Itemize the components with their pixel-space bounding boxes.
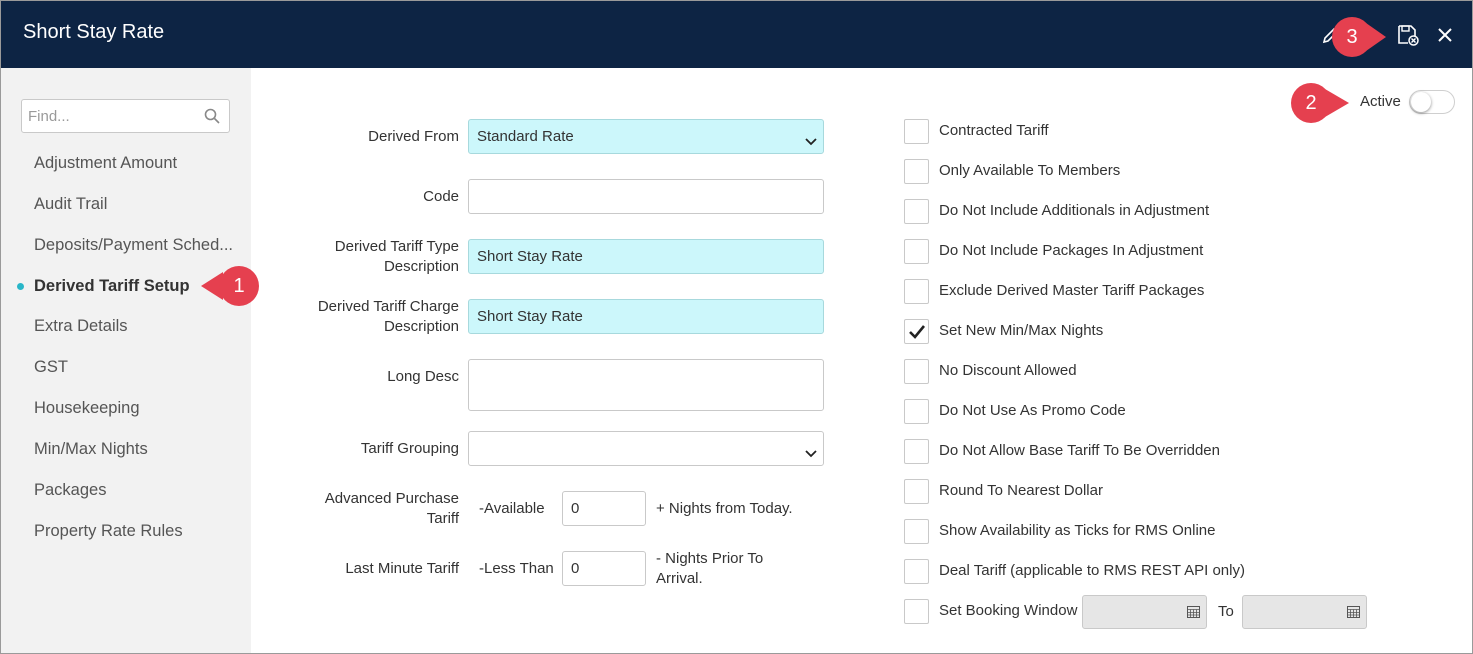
checkbox-label: Contracted Tariff <box>939 122 1049 139</box>
toggle-knob <box>1411 92 1431 112</box>
advanced-purchase-suffix: + Nights from Today. <box>656 500 793 517</box>
find-box <box>21 99 230 133</box>
checkbox-set-min-max-nights[interactable] <box>904 319 929 344</box>
advanced-purchase-input[interactable]: 0 <box>562 491 646 526</box>
active-indicator-dot <box>17 283 24 290</box>
callout-badge-2: 2 <box>1287 81 1351 125</box>
tariff-grouping-label: Tariff Grouping <box>360 440 459 457</box>
sidebar-item-housekeeping[interactable]: Housekeeping <box>34 399 140 418</box>
checkbox-no-promo-code[interactable] <box>904 399 929 424</box>
last-minute-input[interactable]: 0 <box>562 551 646 586</box>
derived-from-label: Derived From <box>368 128 459 145</box>
last-minute-prefix: -Less Than <box>479 560 554 577</box>
last-minute-value: 0 <box>571 560 580 577</box>
search-icon[interactable] <box>204 108 220 129</box>
sidebar-item-deposits[interactable]: Deposits/Payment Sched... <box>34 236 233 255</box>
type-desc-label-1: Derived Tariff Type <box>334 238 459 255</box>
checkbox-label: Do Not Allow Base Tariff To Be Overridde… <box>939 442 1220 459</box>
checkbox-label: Deal Tariff (applicable to RMS REST API … <box>939 562 1245 579</box>
code-label: Code <box>423 188 459 205</box>
checkbox-label: Do Not Include Packages In Adjustment <box>939 242 1204 259</box>
dialog-title: Short Stay Rate <box>23 21 165 43</box>
checkbox-contracted-tariff[interactable] <box>904 119 929 144</box>
checkbox-label: Show Availability as Ticks for RMS Onlin… <box>939 522 1216 539</box>
code-input[interactable] <box>468 179 824 214</box>
checkbox-no-discount[interactable] <box>904 359 929 384</box>
sidebar-item-gst[interactable]: GST <box>34 358 68 377</box>
active-toggle[interactable] <box>1409 90 1455 114</box>
charge-desc-label-1: Derived Tariff Charge <box>317 298 459 315</box>
chevron-down-icon <box>805 445 817 462</box>
checkbox-label: Round To Nearest Dollar <box>939 482 1103 499</box>
long-desc-textarea[interactable] <box>468 359 824 411</box>
checkbox-no-packages[interactable] <box>904 239 929 264</box>
last-minute-suffix-1: - Nights Prior To <box>656 550 764 567</box>
checkbox-label: Do Not Include Additionals in Adjustment <box>939 202 1210 219</box>
callout-badge-3: 3 <box>1328 15 1388 59</box>
checkbox-label: Only Available To Members <box>939 162 1121 179</box>
tariff-grouping-select[interactable] <box>468 431 824 466</box>
dialog-header: Short Stay Rate <box>1 1 1472 68</box>
checkbox-availability-ticks[interactable] <box>904 519 929 544</box>
checkbox-label: Exclude Derived Master Tariff Packages <box>939 282 1205 299</box>
last-minute-label: Last Minute Tariff <box>345 560 459 577</box>
sidebar-item-derived-tariff-setup[interactable]: Derived Tariff Setup <box>34 277 190 296</box>
dialog-window: Short Stay Rate 3 Find... Adjustment Amo… <box>0 0 1473 654</box>
calendar-icon[interactable] <box>1187 605 1200 623</box>
sidebar-item-min-max-nights[interactable]: Min/Max Nights <box>34 440 148 459</box>
checkbox-no-override[interactable] <box>904 439 929 464</box>
save-close-icon[interactable] <box>1396 23 1420 47</box>
checkbox-no-additionals[interactable] <box>904 199 929 224</box>
chevron-down-icon <box>805 133 817 150</box>
sidebar: Adjustment Amount Audit Trail Deposits/P… <box>1 68 251 653</box>
advanced-purchase-label-2: Tariff <box>426 510 459 527</box>
derived-from-value: Standard Rate <box>477 128 574 145</box>
sidebar-item-packages[interactable]: Packages <box>34 481 106 500</box>
find-input[interactable] <box>22 100 192 132</box>
callout-badge-1: 1 <box>201 264 265 308</box>
type-desc-input[interactable]: Short Stay Rate <box>468 239 824 274</box>
derived-from-select[interactable]: Standard Rate <box>468 119 824 154</box>
booking-window-to-date[interactable] <box>1242 595 1367 629</box>
checkbox-round-dollar[interactable] <box>904 479 929 504</box>
checkbox-label: Set Booking Window <box>939 602 1078 619</box>
booking-window-to-label: To <box>1218 603 1234 620</box>
charge-desc-input[interactable]: Short Stay Rate <box>468 299 824 334</box>
long-desc-label: Long Desc <box>387 368 459 385</box>
checkbox-label: No Discount Allowed <box>939 362 1077 379</box>
calendar-icon[interactable] <box>1347 605 1360 623</box>
checkbox-exclude-master-packages[interactable] <box>904 279 929 304</box>
advanced-purchase-value: 0 <box>571 500 580 517</box>
last-minute-suffix-2: Arrival. <box>656 570 703 587</box>
advanced-purchase-prefix: -Available <box>479 500 545 517</box>
sidebar-item-extra-details[interactable]: Extra Details <box>34 317 128 336</box>
close-icon[interactable] <box>1433 23 1457 47</box>
checkbox-deal-tariff[interactable] <box>904 559 929 584</box>
charge-desc-label-2: Description <box>383 318 459 335</box>
checkbox-label: Do Not Use As Promo Code <box>939 402 1126 419</box>
booking-window-from-date[interactable] <box>1082 595 1207 629</box>
sidebar-item-audit-trail[interactable]: Audit Trail <box>34 195 107 214</box>
sidebar-item-property-rate-rules[interactable]: Property Rate Rules <box>34 522 183 541</box>
type-desc-label-2: Description <box>383 258 459 275</box>
advanced-purchase-label-1: Advanced Purchase <box>324 490 459 507</box>
type-desc-value: Short Stay Rate <box>477 248 583 265</box>
charge-desc-value: Short Stay Rate <box>477 308 583 325</box>
checkbox-only-members[interactable] <box>904 159 929 184</box>
active-label: Active <box>1360 93 1401 110</box>
checkbox-label: Set New Min/Max Nights <box>939 322 1104 339</box>
checkmark-icon <box>909 325 926 339</box>
checkbox-set-booking-window[interactable] <box>904 599 929 624</box>
sidebar-item-adjustment-amount[interactable]: Adjustment Amount <box>34 154 177 173</box>
